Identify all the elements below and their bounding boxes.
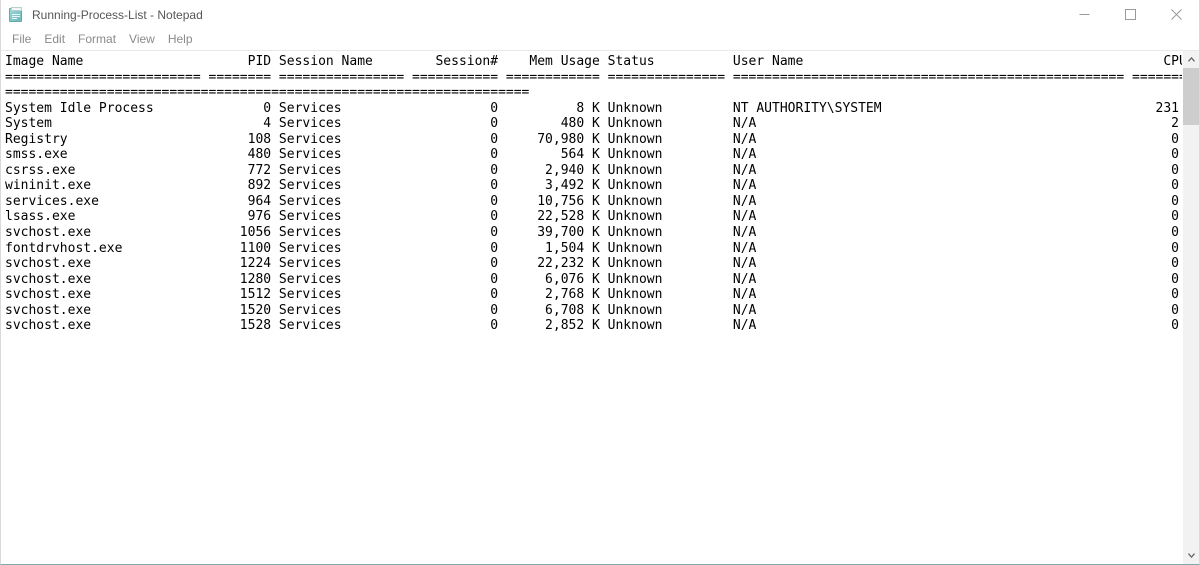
scroll-thumb[interactable] [1183, 68, 1199, 126]
chevron-up-icon [1187, 57, 1195, 62]
maximize-button[interactable] [1107, 0, 1153, 29]
process-list-text[interactable]: Image Name PID Session Name Session# Mem… [5, 54, 1182, 334]
notepad-window: Running-Process-List - Notepad File Edit… [0, 0, 1200, 565]
menu-item-view[interactable]: View [123, 31, 162, 49]
text-editor-area[interactable]: Image Name PID Session Name Session# Mem… [1, 51, 1182, 564]
title-bar-left: Running-Process-List - Notepad [1, 0, 1061, 29]
editor-body: Image Name PID Session Name Session# Mem… [1, 51, 1199, 564]
maximize-icon [1124, 9, 1136, 20]
menu-item-format[interactable]: Format [72, 31, 123, 49]
window-controls [1061, 0, 1199, 29]
window-title: Running-Process-List - Notepad [32, 7, 203, 22]
menu-bar: File Edit Format View Help [1, 29, 1199, 51]
minimize-icon [1079, 14, 1089, 15]
scroll-up-button[interactable] [1183, 51, 1199, 68]
scroll-track[interactable] [1183, 68, 1199, 547]
minimize-button[interactable] [1061, 0, 1107, 29]
menu-item-help[interactable]: Help [162, 31, 200, 49]
chevron-down-icon [1187, 553, 1195, 558]
close-icon [1170, 9, 1182, 20]
menu-item-file[interactable]: File [6, 31, 38, 49]
notepad-icon [8, 7, 24, 23]
vertical-scrollbar[interactable] [1182, 51, 1199, 564]
scroll-down-button[interactable] [1183, 547, 1199, 564]
menu-item-edit[interactable]: Edit [38, 31, 72, 49]
close-button[interactable] [1153, 0, 1199, 29]
title-bar[interactable]: Running-Process-List - Notepad [1, 0, 1199, 29]
